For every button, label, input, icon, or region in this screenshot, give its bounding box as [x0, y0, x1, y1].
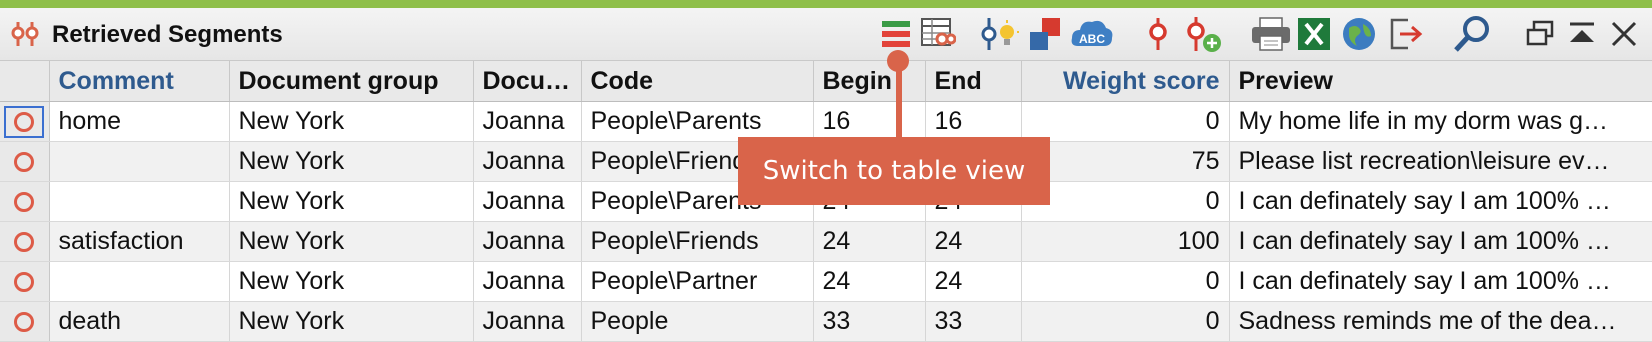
cell-document-group: New York: [229, 181, 474, 222]
column-header-end[interactable]: End: [925, 61, 1022, 102]
row-selector[interactable]: [0, 101, 50, 142]
cell-code: People\Parents: [581, 101, 814, 142]
cell-end: 16: [925, 101, 1022, 142]
column-header-document-group[interactable]: Document group: [229, 61, 474, 102]
cell-comment[interactable]: satisfaction: [49, 221, 230, 262]
svg-text:ABC: ABC: [1079, 32, 1105, 46]
segment-icon: [14, 311, 35, 332]
cell-weight-score[interactable]: 0: [1021, 261, 1230, 302]
cell-document: Joanna: [473, 141, 582, 182]
cell-preview[interactable]: I can definately say I am 100% …: [1229, 181, 1652, 222]
tooltip: Switch to table view: [738, 137, 1050, 205]
table-header: Comment Document group Docu… Code Begin …: [0, 61, 1652, 102]
cell-begin: 16: [813, 101, 926, 142]
cell-document-group: New York: [229, 261, 474, 302]
word-cloud-icon[interactable]: ABC: [1068, 14, 1116, 54]
tooltip-pointer-dot: [887, 50, 909, 72]
segment-icon: [14, 151, 35, 172]
code-icon[interactable]: [1140, 14, 1176, 54]
table-row[interactable]: home New York Joanna People\Parents 16 1…: [0, 101, 1652, 142]
focus-cell[interactable]: [4, 105, 45, 138]
excel-export-icon[interactable]: [1294, 14, 1334, 54]
cell-code: People\Friends: [581, 221, 814, 262]
cell-preview[interactable]: I can definately say I am 100% …: [1229, 221, 1652, 262]
cell-comment[interactable]: [49, 181, 230, 222]
title-bar: Retrieved Segments ABC: [0, 8, 1652, 61]
column-header-weight-score[interactable]: Weight score: [1021, 61, 1230, 102]
cell-document-group: New York: [229, 301, 474, 342]
collapse-icon[interactable]: [1562, 14, 1602, 54]
cell-document: Joanna: [473, 221, 582, 262]
table-view-icon[interactable]: [876, 14, 916, 54]
row-selector[interactable]: [0, 141, 50, 182]
cell-document: Joanna: [473, 181, 582, 222]
column-header-comment[interactable]: Comment: [49, 61, 230, 102]
cell-code: People\Partner: [581, 261, 814, 302]
cell-weight-score[interactable]: 0: [1021, 301, 1230, 342]
cell-document: Joanna: [473, 301, 582, 342]
list-view-icon[interactable]: [918, 14, 958, 54]
cell-preview[interactable]: I can definately say I am 100% …: [1229, 261, 1652, 302]
color-codes-icon[interactable]: [1024, 14, 1068, 54]
print-icon[interactable]: [1248, 14, 1294, 54]
segment-icon: [14, 271, 35, 292]
cell-preview[interactable]: My home life in my dorm was g…: [1229, 101, 1652, 142]
cell-end: 24: [925, 261, 1022, 302]
cell-comment[interactable]: home: [49, 101, 230, 142]
table-row[interactable]: death New York Joanna People 33 33 0 Sad…: [0, 301, 1652, 342]
cell-weight-score[interactable]: 100: [1021, 221, 1230, 262]
row-selector[interactable]: [0, 301, 50, 342]
table-row[interactable]: satisfaction New York Joanna People\Frie…: [0, 221, 1652, 262]
cell-preview[interactable]: Sadness reminds me of the dea…: [1229, 301, 1652, 342]
cell-document-group: New York: [229, 141, 474, 182]
retrieved-segments-icon: [11, 22, 39, 46]
segment-icon: [14, 111, 35, 132]
column-header-document[interactable]: Docu…: [473, 61, 582, 102]
column-header-begin[interactable]: Begin: [813, 61, 926, 102]
cell-weight-score[interactable]: 0: [1021, 101, 1230, 142]
cell-begin: 24: [813, 261, 926, 302]
accent-bar: [0, 0, 1652, 8]
segment-icon: [14, 191, 35, 212]
segment-icon: [14, 231, 35, 252]
column-header-preview[interactable]: Preview: [1229, 61, 1652, 102]
cell-begin: 33: [813, 301, 926, 342]
cell-document: Joanna: [473, 101, 582, 142]
cell-weight-score[interactable]: 0: [1021, 181, 1230, 222]
cell-document: Joanna: [473, 261, 582, 302]
row-selector[interactable]: [0, 181, 50, 222]
cell-comment[interactable]: [49, 141, 230, 182]
row-selector[interactable]: [0, 221, 50, 262]
cell-comment[interactable]: [49, 261, 230, 302]
cell-begin: 24: [813, 221, 926, 262]
cell-comment[interactable]: death: [49, 301, 230, 342]
close-icon[interactable]: [1604, 14, 1644, 54]
code-highlight-icon[interactable]: [978, 14, 1022, 54]
row-selector[interactable]: [0, 261, 50, 302]
cell-document-group: New York: [229, 221, 474, 262]
cell-end: 33: [925, 301, 1022, 342]
add-code-icon[interactable]: [1180, 14, 1226, 54]
cell-weight-score[interactable]: 75: [1021, 141, 1230, 182]
cell-preview[interactable]: Please list recreation\leisure ev…: [1229, 141, 1652, 182]
cell-code: People: [581, 301, 814, 342]
export-icon[interactable]: [1386, 14, 1426, 54]
row-selector-header: [0, 61, 50, 102]
column-header-code[interactable]: Code: [581, 61, 814, 102]
web-export-icon[interactable]: [1338, 14, 1380, 54]
undock-window-icon[interactable]: [1520, 14, 1560, 54]
cell-end: 24: [925, 221, 1022, 262]
search-icon[interactable]: [1450, 14, 1494, 54]
table-row[interactable]: New York Joanna People\Partner 24 24 0 I…: [0, 261, 1652, 302]
cell-document-group: New York: [229, 101, 474, 142]
window-title: Retrieved Segments: [52, 21, 283, 48]
